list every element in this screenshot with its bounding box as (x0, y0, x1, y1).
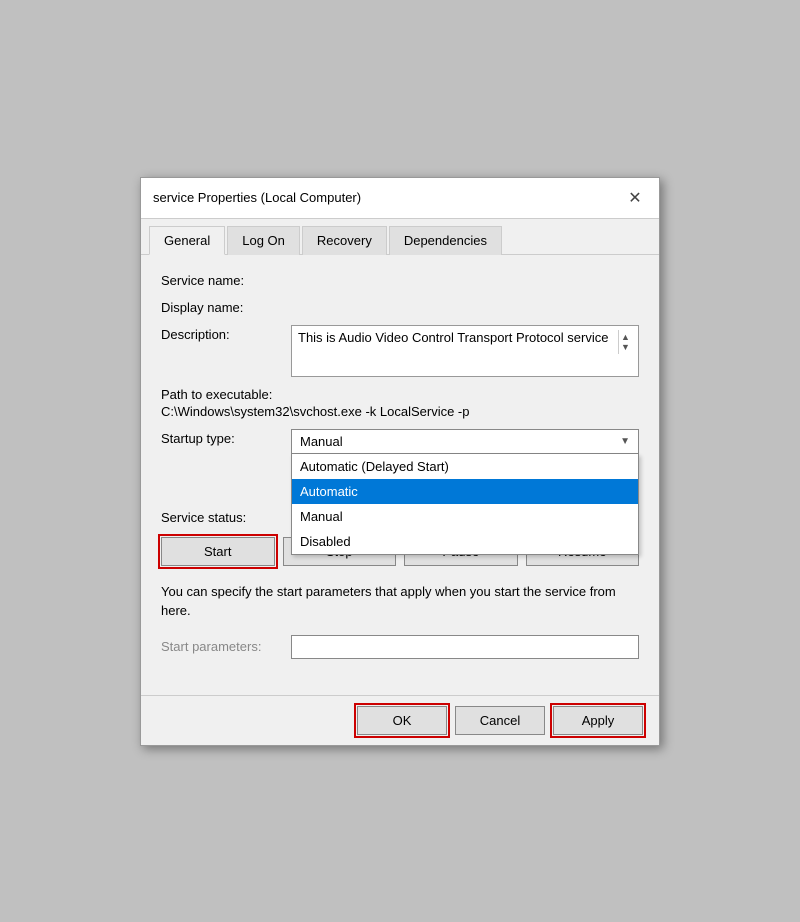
startup-type-label: Startup type: (161, 429, 291, 446)
tab-recovery[interactable]: Recovery (302, 226, 387, 255)
info-text: You can specify the start parameters tha… (161, 582, 639, 621)
tab-logon[interactable]: Log On (227, 226, 300, 255)
tab-bar: General Log On Recovery Dependencies (141, 219, 659, 255)
tab-dependencies[interactable]: Dependencies (389, 226, 502, 255)
service-status-label: Service status: (161, 510, 291, 525)
path-section: Path to executable: C:\Windows\system32\… (161, 387, 639, 419)
startup-option-2[interactable]: Manual (292, 504, 638, 529)
description-label: Description: (161, 325, 291, 342)
service-name-label: Service name: (161, 271, 291, 288)
startup-type-dropdown-wrapper: Manual ▼ Automatic (Delayed Start) Autom… (291, 429, 639, 454)
description-row: Description: This is Audio Video Control… (161, 325, 639, 377)
path-value: C:\Windows\system32\svchost.exe -k Local… (161, 404, 639, 419)
service-name-row: Service name: (161, 271, 639, 288)
description-scrollbar: ▲ ▼ (618, 330, 632, 354)
path-label: Path to executable: (161, 387, 639, 402)
dialog-footer: OK Cancel Apply (141, 695, 659, 745)
start-params-input[interactable] (291, 635, 639, 659)
display-name-row: Display name: (161, 298, 639, 315)
ok-button[interactable]: OK (357, 706, 447, 735)
close-button[interactable]: ✕ (623, 186, 647, 210)
apply-button[interactable]: Apply (553, 706, 643, 735)
dialog-title: service Properties (Local Computer) (153, 190, 361, 205)
display-name-label: Display name: (161, 298, 291, 315)
description-value: This is Audio Video Control Transport Pr… (298, 330, 618, 345)
startup-option-3[interactable]: Disabled (292, 529, 638, 554)
startup-option-1[interactable]: Automatic (292, 479, 638, 504)
title-bar: service Properties (Local Computer) ✕ (141, 178, 659, 219)
startup-type-list: Automatic (Delayed Start) Automatic Manu… (291, 454, 639, 555)
tab-content: Service name: Display name: Description:… (141, 255, 659, 695)
start-params-label: Start parameters: (161, 639, 291, 654)
startup-type-row: Startup type: Manual ▼ Automatic (Delaye… (161, 429, 639, 454)
scroll-up-icon[interactable]: ▲ (621, 332, 630, 342)
tab-general[interactable]: General (149, 226, 225, 255)
startup-type-selected: Manual (300, 434, 343, 449)
dropdown-arrow-icon: ▼ (620, 436, 630, 447)
service-properties-dialog: service Properties (Local Computer) ✕ Ge… (140, 177, 660, 746)
scroll-down-icon[interactable]: ▼ (621, 342, 630, 352)
description-box: This is Audio Video Control Transport Pr… (291, 325, 639, 377)
start-button[interactable]: Start (161, 537, 275, 566)
startup-option-0[interactable]: Automatic (Delayed Start) (292, 454, 638, 479)
startup-type-dropdown[interactable]: Manual ▼ (291, 429, 639, 454)
start-params-row: Start parameters: (161, 635, 639, 659)
cancel-button[interactable]: Cancel (455, 706, 545, 735)
